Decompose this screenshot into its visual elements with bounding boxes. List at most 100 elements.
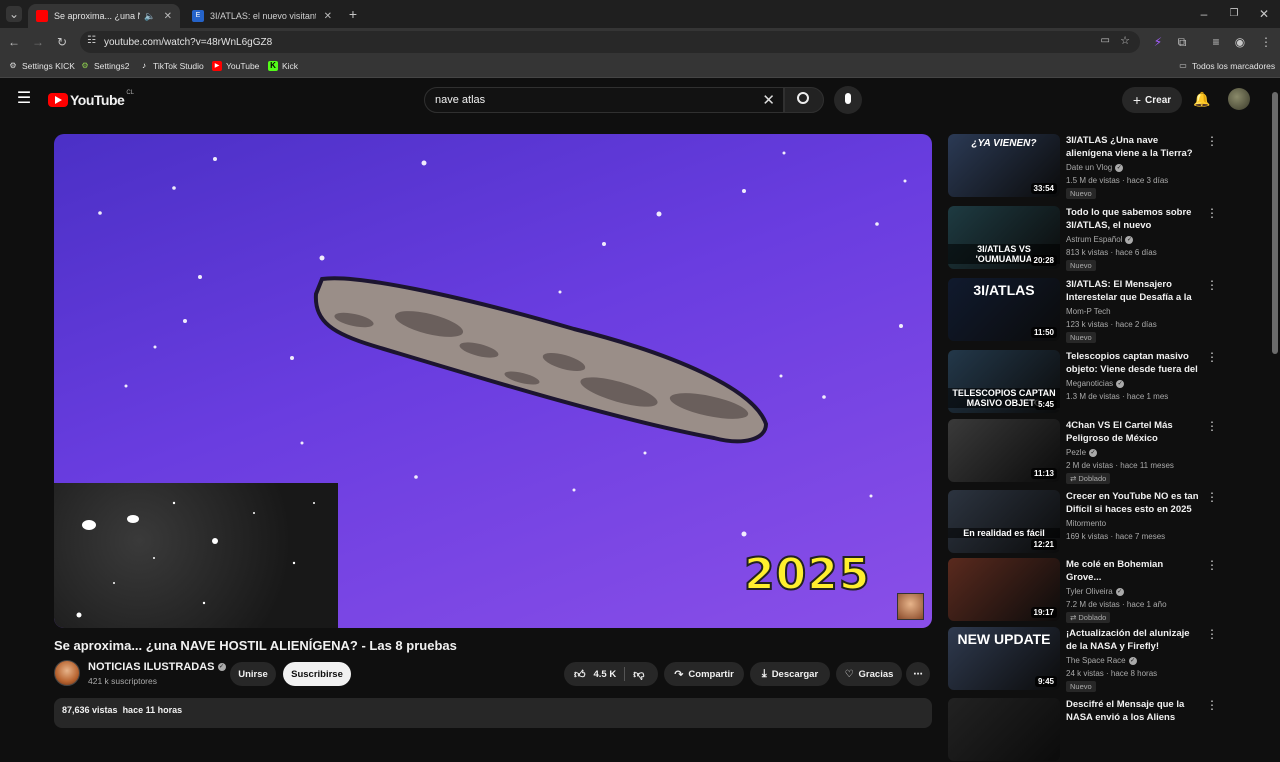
recommended-channel[interactable]: Date un Vlog ✓ bbox=[1066, 163, 1124, 172]
recommended-video[interactable]: 19:17 Me colé en Bohemian Grove... Tyler O… bbox=[948, 558, 1228, 623]
channel-watermark[interactable] bbox=[897, 593, 924, 620]
recommended-channel[interactable]: Tyler Oliveira ✓ bbox=[1066, 587, 1124, 596]
more-options-icon[interactable]: ⋮ bbox=[1206, 698, 1218, 712]
recommended-title[interactable]: ¡Actualización del alunizaje de la NASA … bbox=[1066, 627, 1200, 653]
browser-menu-icon[interactable]: ⋮ bbox=[1258, 34, 1274, 50]
media-controls-icon[interactable]: ≡ bbox=[1208, 34, 1224, 50]
cast-icon[interactable]: ▭ bbox=[1101, 35, 1110, 46]
profile-icon[interactable]: ◉ bbox=[1232, 34, 1248, 50]
back-icon[interactable]: ← bbox=[6, 34, 22, 50]
bookmark-star-icon[interactable]: ☆ bbox=[1120, 34, 1130, 47]
recommended-channel[interactable]: Meganoticias ✓ bbox=[1066, 379, 1125, 388]
recommended-channel[interactable]: Astrum Español ✓ bbox=[1066, 235, 1134, 244]
recommended-video[interactable]: 3I/ATLAS 11:50 3I/ATLAS: El Mensajero Inte… bbox=[948, 278, 1228, 343]
notifications-bell-icon[interactable]: 🔔 bbox=[1193, 91, 1210, 107]
description-box[interactable]: 87,636 vistas hace 11 horas bbox=[54, 698, 932, 728]
more-options-icon[interactable]: ⋮ bbox=[1206, 419, 1218, 433]
channel-name[interactable]: NOTICIAS ILUSTRADAS ✓ bbox=[88, 661, 226, 673]
join-button[interactable]: Unirse bbox=[230, 662, 276, 686]
recommended-channel[interactable]: Pezle ✓ bbox=[1066, 448, 1098, 457]
minimize-icon[interactable]: – bbox=[1196, 6, 1212, 22]
more-options-icon[interactable]: ⋮ bbox=[1206, 134, 1218, 148]
close-tab-icon[interactable]: ✕ bbox=[324, 11, 332, 22]
forward-icon[interactable]: → bbox=[30, 34, 46, 50]
more-options-icon[interactable]: ⋮ bbox=[1206, 206, 1218, 220]
recommended-channel[interactable]: Mitormento bbox=[1066, 519, 1106, 528]
verified-icon: ✓ bbox=[1128, 656, 1137, 665]
video-thumbnail[interactable]: En realidad es fácil 12:21 bbox=[948, 490, 1060, 553]
more-actions-button[interactable]: ⋯ bbox=[906, 662, 930, 686]
recommended-video[interactable]: 11:13 4Chan VS El Cartel Más Peligroso de… bbox=[948, 419, 1228, 484]
recommended-channel[interactable]: Mom-P Tech bbox=[1066, 307, 1111, 316]
recommended-title[interactable]: Crecer en YouTube NO es tan Difícil si h… bbox=[1066, 490, 1200, 516]
speaker-icon[interactable]: 🔈 bbox=[144, 11, 155, 22]
voice-search-button[interactable] bbox=[834, 86, 862, 114]
recommended-title[interactable]: 3I/ATLAS: El Mensajero Interestelar que … bbox=[1066, 278, 1200, 304]
more-options-icon[interactable]: ⋮ bbox=[1206, 558, 1218, 572]
video-thumbnail[interactable] bbox=[948, 698, 1060, 761]
recommended-video[interactable]: TELESCOPIOS CAPTAN MASIVO OBJETO 5:45 Tele… bbox=[948, 350, 1228, 414]
search-input[interactable]: nave atlas ✕ bbox=[424, 87, 784, 113]
recommended-video[interactable]: Descifré el Mensaje que la NASA envió a … bbox=[948, 698, 1228, 762]
video-thumbnail[interactable]: 11:13 bbox=[948, 419, 1060, 482]
bookmark-settings2[interactable]: ⚙ Settings2 bbox=[80, 61, 129, 71]
recommended-title[interactable]: Descifré el Mensaje que la NASA envió a … bbox=[1066, 698, 1200, 724]
subscribe-button[interactable]: Suscribirse bbox=[283, 662, 351, 686]
bookmark-kick[interactable]: K Kick bbox=[268, 61, 298, 71]
youtube-logo[interactable]: YouTube CL bbox=[48, 90, 134, 108]
clear-search-icon[interactable]: ✕ bbox=[762, 91, 775, 109]
recommended-video[interactable]: NEW UPDATE 9:45 ¡Actualización del aluniza… bbox=[948, 627, 1228, 692]
channel-avatar[interactable] bbox=[54, 660, 80, 686]
bookmark-youtube[interactable]: ▶ YouTube bbox=[212, 61, 259, 71]
recommended-video[interactable]: ¿YA VIENEN? 33:54 3I/ATLAS ¿Una nave alien… bbox=[948, 134, 1228, 199]
video-thumbnail[interactable]: NEW UPDATE 9:45 bbox=[948, 627, 1060, 690]
more-options-icon[interactable]: ⋮ bbox=[1206, 627, 1218, 641]
page-scrollbar[interactable] bbox=[1272, 92, 1278, 354]
thanks-button[interactable]: ♡ Gracias bbox=[836, 662, 902, 686]
close-window-icon[interactable]: ✕ bbox=[1256, 6, 1272, 22]
download-icon: ⤓ bbox=[761, 667, 767, 680]
recommended-title[interactable]: Me colé en Bohemian Grove... bbox=[1066, 558, 1200, 584]
recommended-video[interactable]: En realidad es fácil 12:21 Crecer en YouTu… bbox=[948, 490, 1228, 554]
bookmark-settings-kick[interactable]: ⚙ Settings KICK bbox=[8, 61, 75, 71]
recommended-title[interactable]: Telescopios captan masivo objeto: Viene … bbox=[1066, 350, 1200, 376]
extensions-puzzle-icon[interactable]: ⧉ bbox=[1174, 34, 1190, 50]
owner-row: NOTICIAS ILUSTRADAS ✓ 421 k suscriptores … bbox=[54, 660, 932, 690]
all-bookmarks[interactable]: ▭ Todos los marcadores bbox=[1178, 61, 1275, 71]
download-button[interactable]: ⤓ Descargar bbox=[750, 662, 830, 686]
video-thumbnail[interactable]: 19:17 bbox=[948, 558, 1060, 621]
tab-search-icon[interactable]: ⌄ bbox=[6, 6, 22, 22]
maximize-icon[interactable]: ❐ bbox=[1226, 6, 1242, 22]
reload-icon[interactable]: ↻ bbox=[54, 34, 70, 50]
video-player[interactable]: 2025 bbox=[54, 134, 932, 628]
recommended-meta: 123 k vistas · hace 2 días bbox=[1066, 320, 1157, 329]
recommended-video[interactable]: 3I/ATLAS VS 'OUMUAMUA 20:28 Todo lo que sa… bbox=[948, 206, 1228, 271]
video-thumbnail[interactable]: TELESCOPIOS CAPTAN MASIVO OBJETO 5:45 bbox=[948, 350, 1060, 413]
video-thumbnail[interactable]: ¿YA VIENEN? 33:54 bbox=[948, 134, 1060, 197]
recommended-badge: ⇄ Doblado bbox=[1066, 612, 1111, 623]
recommended-channel[interactable]: The Space Race ✓ bbox=[1066, 656, 1137, 665]
more-options-icon[interactable]: ⋮ bbox=[1206, 490, 1218, 504]
new-tab-icon[interactable]: + bbox=[345, 6, 361, 22]
close-tab-icon[interactable]: ✕ bbox=[164, 11, 172, 22]
address-bar[interactable]: ☷ youtube.com/watch?v=48rWnL6gGZ8 ▭ ☆ bbox=[80, 31, 1140, 53]
video-thumbnail[interactable]: 3I/ATLAS VS 'OUMUAMUA 20:28 bbox=[948, 206, 1060, 269]
create-button[interactable]: + Crear bbox=[1122, 87, 1182, 113]
extension-purple-icon[interactable]: ⚡ bbox=[1150, 34, 1166, 50]
more-options-icon[interactable]: ⋮ bbox=[1206, 278, 1218, 292]
more-options-icon[interactable]: ⋮ bbox=[1206, 350, 1218, 364]
bookmark-tiktok-studio[interactable]: ♪ TikTok Studio bbox=[139, 61, 204, 71]
like-button[interactable]: 👍︎ 4.5 K bbox=[574, 668, 616, 681]
tab-current-video[interactable]: Se aproxima... ¿una NAVE H 🔈 ✕ bbox=[28, 4, 180, 28]
recommended-title[interactable]: 4Chan VS El Cartel Más Peligroso de Méxi… bbox=[1066, 419, 1200, 445]
share-button[interactable]: ↷ Compartir bbox=[664, 662, 744, 686]
account-avatar[interactable] bbox=[1228, 88, 1250, 110]
dislike-button[interactable]: 👎︎ bbox=[633, 668, 644, 681]
video-thumbnail[interactable]: 3I/ATLAS 11:50 bbox=[948, 278, 1060, 341]
search-button[interactable] bbox=[784, 87, 824, 113]
tab-atlas-article[interactable]: E 3I/ATLAS: el nuevo visitante inte ✕ bbox=[184, 4, 340, 28]
recommended-title[interactable]: 3I/ATLAS ¿Una nave alienígena viene a la… bbox=[1066, 134, 1200, 160]
recommended-title[interactable]: Todo lo que sabemos sobre 3I/ATLAS, el n… bbox=[1066, 206, 1200, 232]
menu-hamburger-icon[interactable]: ☰ bbox=[16, 91, 32, 107]
site-info-icon[interactable]: ☷ bbox=[87, 35, 96, 46]
